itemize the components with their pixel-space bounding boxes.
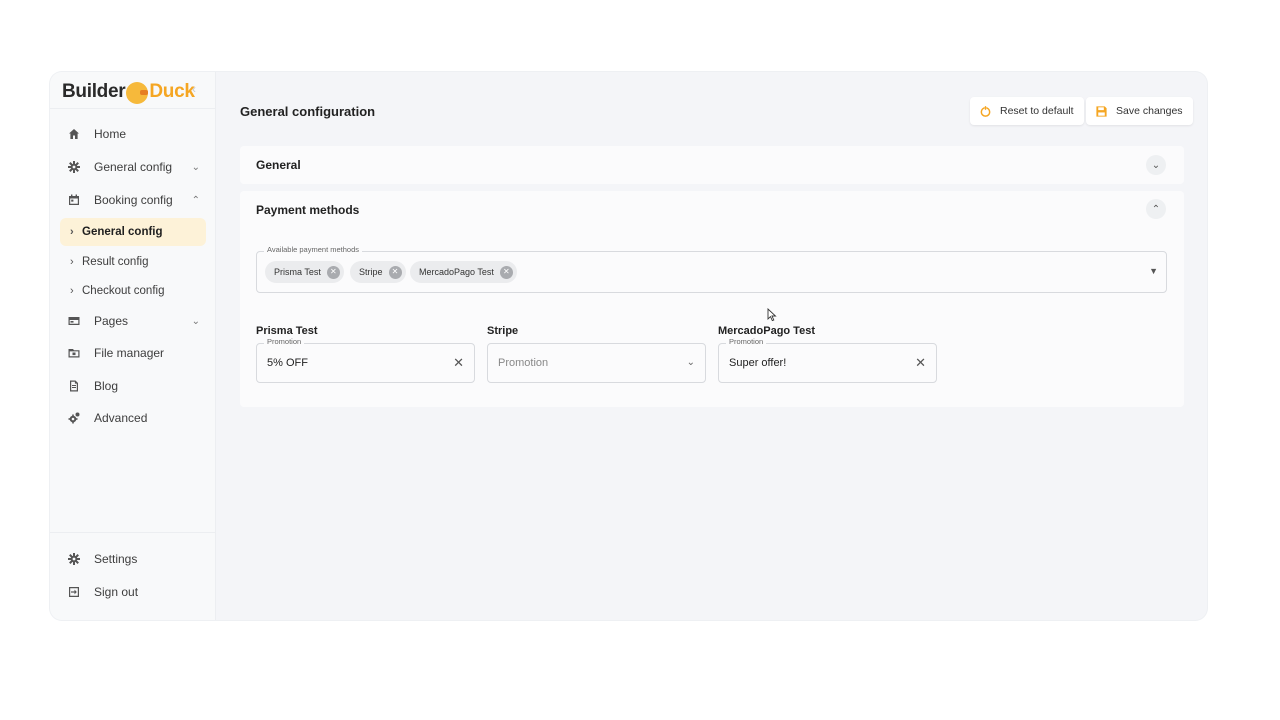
sidebar-item-booking-config[interactable]: Booking config ⌃ (60, 186, 206, 214)
sidebar-item-label: Booking config (94, 193, 173, 207)
pages-icon (60, 315, 88, 327)
chevron-right-icon: › (70, 226, 74, 238)
promotion-label: Promotion (264, 337, 305, 346)
sidebar-item-blog[interactable]: Blog (60, 372, 206, 400)
sidebar-item-pages[interactable]: Pages ⌄ (60, 307, 206, 335)
chevron-up-icon: ⌃ (191, 194, 200, 206)
chevron-left-icon[interactable]: ‹ (192, 82, 196, 96)
payment-method-title: Prisma Test (256, 325, 318, 337)
general-panel-title: General (256, 158, 301, 172)
logo-text-builder: Builder (62, 81, 126, 102)
app-window: Builder Duck ‹ Home General config ⌄ Boo… (50, 72, 1207, 620)
chip-label: MercadoPago Test (419, 267, 494, 277)
sidebar-subitem-label: Result config (82, 256, 149, 268)
divider (50, 108, 216, 109)
calendar-icon (60, 194, 88, 206)
clear-icon[interactable]: ✕ (915, 355, 926, 371)
sidebar-subitem-label: Checkout config (82, 285, 165, 297)
promotion-field-prisma[interactable]: Promotion 5% OFF ✕ (256, 337, 475, 383)
chevron-up-icon[interactable]: ⌃ (1146, 199, 1166, 219)
sidebar-item-file-manager[interactable]: File manager (60, 339, 206, 367)
logo[interactable]: Builder Duck (62, 76, 195, 108)
payment-method-title: MercadoPago Test (718, 325, 815, 337)
sidebar-item-sign-out[interactable]: Sign out (60, 578, 206, 606)
sidebar-item-label: Sign out (94, 585, 139, 599)
payment-method-title: Stripe (487, 325, 519, 337)
sidebar-item-label: General config (94, 160, 173, 174)
sidebar-item-general-config[interactable]: General config ⌄ (60, 153, 206, 181)
payment-methods-panel: Payment methods ⌃ Available payment meth… (240, 191, 1184, 407)
general-panel[interactable]: General ⌄ (240, 146, 1184, 184)
reset-icon (978, 104, 992, 118)
sidebar-subitem-general-config[interactable]: › General config (60, 218, 206, 246)
sign-out-icon (60, 586, 88, 598)
remove-chip-icon[interactable]: ✕ (326, 265, 340, 279)
gear-icon (60, 553, 88, 565)
sidebar-subitem-checkout-config[interactable]: › Checkout config (60, 277, 206, 305)
sidebar-item-label: Blog (94, 379, 119, 393)
mouse-cursor-icon (767, 308, 777, 322)
chevron-down-icon[interactable]: ⌄ (687, 357, 695, 368)
remove-chip-icon[interactable]: ✕ (388, 265, 402, 279)
page-title: General configuration (240, 104, 376, 119)
save-changes-label: Save changes (1116, 105, 1183, 117)
reset-to-default-button[interactable]: Reset to default (970, 97, 1084, 125)
chip-prisma-test[interactable]: Prisma Test ✕ (265, 261, 344, 283)
available-payment-methods-label: Available payment methods (264, 245, 362, 254)
clear-icon[interactable]: ✕ (453, 355, 464, 371)
chip-mercadopago-test[interactable]: MercadoPago Test ✕ (410, 261, 517, 283)
sidebar-item-advanced[interactable]: Advanced (60, 404, 206, 432)
save-icon (1094, 104, 1108, 118)
sidebar-subitem-label: General config (82, 226, 163, 238)
chevron-right-icon: › (70, 256, 74, 268)
sidebar-item-label: Home (94, 127, 127, 141)
promotion-placeholder: Promotion (498, 357, 549, 369)
save-changes-button[interactable]: Save changes (1086, 97, 1193, 125)
caret-down-icon[interactable]: ▼ (1149, 266, 1158, 276)
remove-chip-icon[interactable]: ✕ (499, 265, 513, 279)
payment-methods-panel-title: Payment methods (256, 203, 360, 217)
chevron-down-icon[interactable]: ⌄ (1146, 155, 1166, 175)
chevron-down-icon: ⌄ (191, 315, 200, 327)
sidebar-item-label: Pages (94, 314, 129, 328)
sidebar-item-settings[interactable]: Settings (60, 545, 206, 573)
chip-label: Prisma Test (274, 267, 321, 277)
promotion-label: Promotion (726, 337, 767, 346)
sidebar-item-label: File manager (94, 346, 165, 360)
promotion-value: 5% OFF (267, 357, 308, 369)
chip-stripe[interactable]: Stripe ✕ (350, 261, 406, 283)
home-icon (60, 128, 88, 140)
chevron-right-icon: › (70, 285, 74, 297)
logo-text-duck: Duck (149, 81, 195, 102)
sidebar-item-home[interactable]: Home (60, 120, 206, 148)
duck-icon (126, 82, 149, 104)
chip-label: Stripe (359, 267, 383, 277)
promotion-field-mercadopago[interactable]: Promotion Super offer! ✕ (718, 337, 937, 383)
gear-icon (60, 161, 88, 173)
sidebar: Builder Duck ‹ Home General config ⌄ Boo… (50, 72, 216, 620)
gears-icon (60, 412, 88, 424)
divider (50, 532, 216, 533)
promotion-value: Super offer! (729, 357, 787, 369)
sidebar-item-label: Advanced (94, 411, 148, 425)
promotion-field-stripe[interactable]: Promotion ⌄ (487, 343, 706, 383)
folder-icon (60, 347, 88, 359)
document-icon (60, 380, 88, 392)
reset-to-default-label: Reset to default (1000, 105, 1074, 117)
chevron-down-icon: ⌄ (191, 161, 200, 173)
sidebar-item-label: Settings (94, 552, 138, 566)
available-payment-methods-select[interactable]: Available payment methods Prisma Test ✕ … (256, 245, 1167, 293)
sidebar-subitem-result-config[interactable]: › Result config (60, 248, 206, 276)
